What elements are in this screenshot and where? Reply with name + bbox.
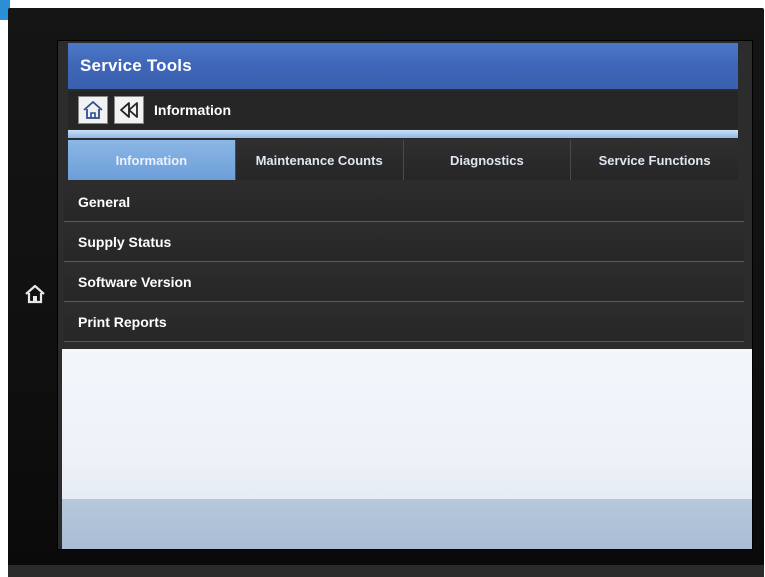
tab-service-functions[interactable]: Service Functions <box>571 140 738 180</box>
touch-screen: Service Tools Information Information Ma… <box>58 41 752 549</box>
home-button[interactable] <box>78 96 108 124</box>
list-item-label: General <box>78 193 131 210</box>
list-item-general[interactable]: General <box>64 182 744 222</box>
tab-maintenance-counts[interactable]: Maintenance Counts <box>235 140 404 180</box>
page-title: Service Tools <box>80 56 192 75</box>
list-item-label: Supply Status <box>78 233 172 250</box>
bezel-bottom-strip <box>8 565 764 577</box>
home-icon <box>83 101 103 119</box>
list-item-software-version[interactable]: Software Version <box>64 262 744 302</box>
menu-list: General Supply Status Software Version P… <box>64 182 744 342</box>
breadcrumb: Information <box>68 91 738 129</box>
accent-divider <box>68 130 738 138</box>
tab-diagnostics[interactable]: Diagnostics <box>403 140 572 180</box>
footer-bar <box>62 499 752 549</box>
back-button[interactable] <box>114 96 144 124</box>
title-bar: Service Tools <box>68 43 738 89</box>
list-item-label: Print Reports <box>78 313 167 330</box>
breadcrumb-current: Information <box>154 102 231 118</box>
list-item-print-reports[interactable]: Print Reports <box>64 302 744 342</box>
rewind-icon <box>120 102 138 118</box>
list-item-supply-status[interactable]: Supply Status <box>64 222 744 262</box>
empty-content-area <box>62 349 752 499</box>
home-icon <box>25 284 45 304</box>
tab-information[interactable]: Information <box>68 140 236 180</box>
tab-bar: Information Maintenance Counts Diagnosti… <box>68 140 738 180</box>
hardware-home-button[interactable] <box>22 281 48 307</box>
list-item-label: Software Version <box>78 273 192 290</box>
